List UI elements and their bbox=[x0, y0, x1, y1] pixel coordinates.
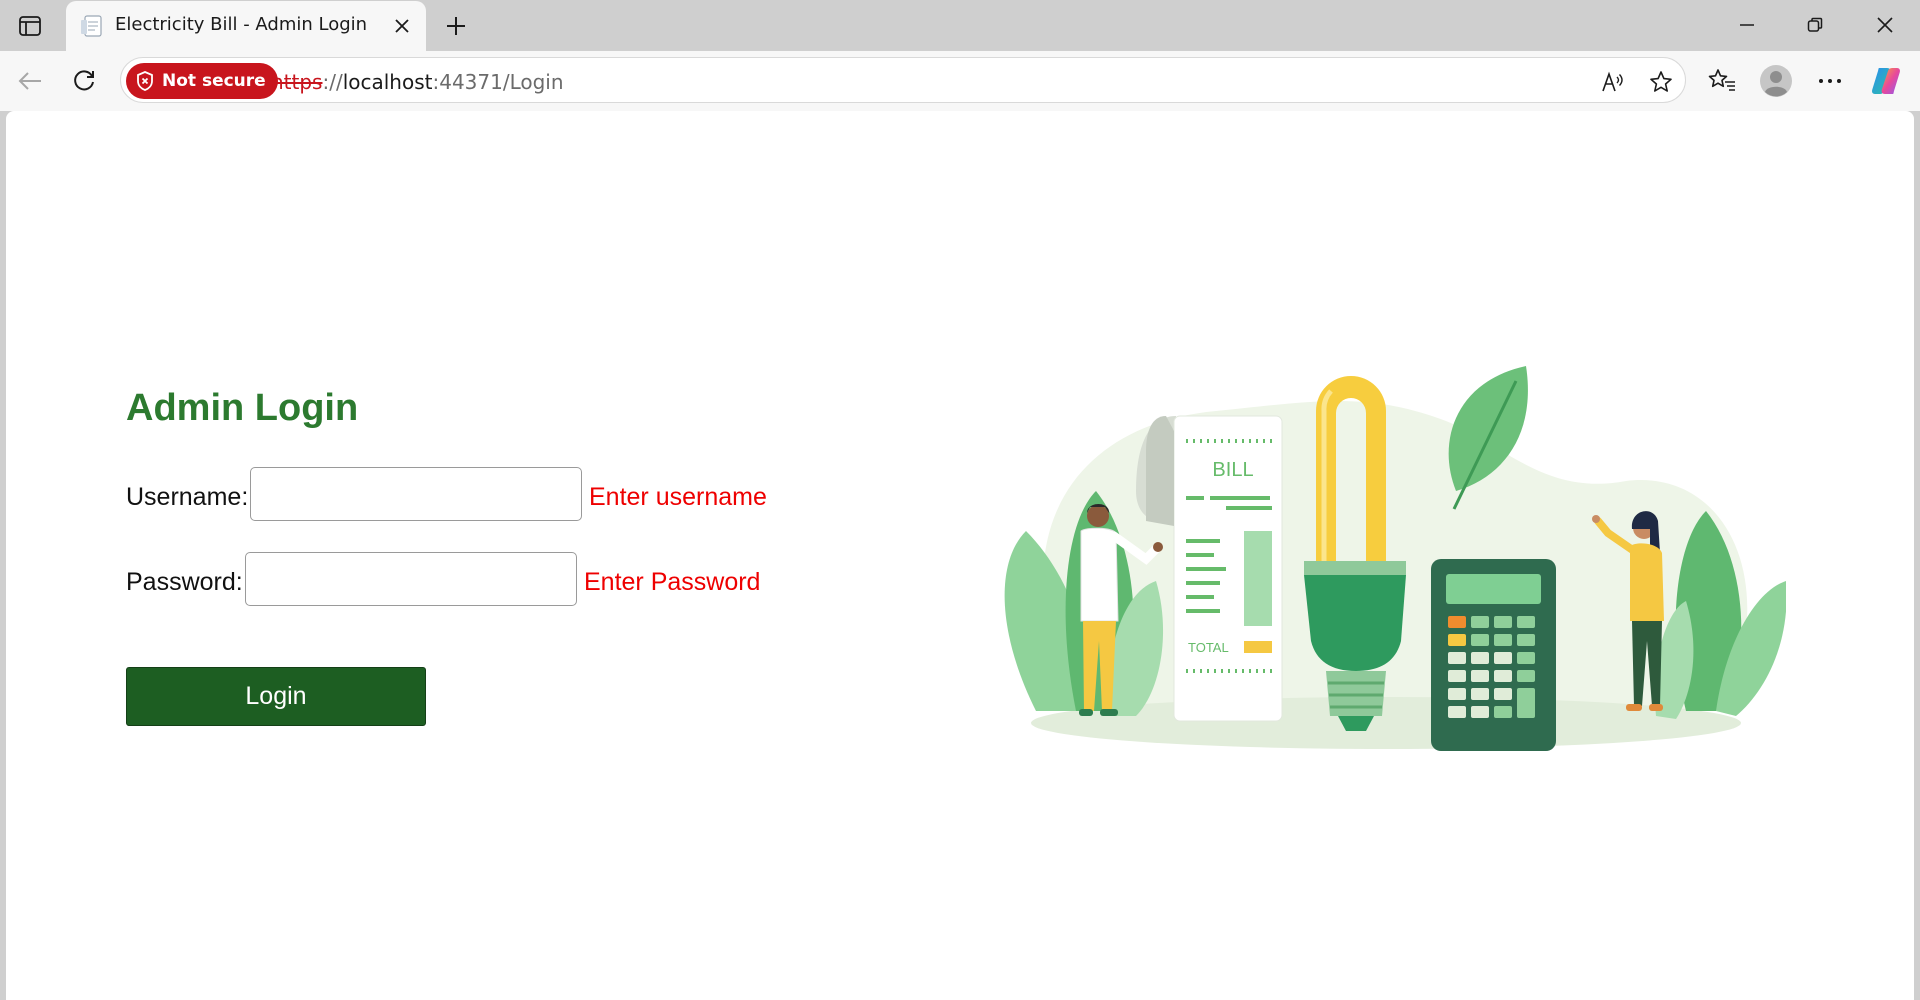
bill-heading-text: BILL bbox=[1212, 459, 1253, 481]
back-arrow-icon[interactable] bbox=[12, 63, 48, 99]
close-icon[interactable] bbox=[390, 14, 414, 38]
electricity-bill-illustration: BILL TOTAL bbox=[1004, 366, 1786, 751]
url-scheme: https bbox=[271, 70, 323, 94]
shield-icon bbox=[136, 71, 154, 91]
profile-icon[interactable] bbox=[1758, 63, 1794, 99]
password-error: Enter Password bbox=[584, 568, 761, 596]
page-viewport: Admin Login Username: Enter username Pas… bbox=[6, 111, 1914, 1000]
minimize-icon[interactable] bbox=[1724, 8, 1770, 42]
username-input[interactable] bbox=[250, 467, 582, 521]
login-button[interactable]: Login bbox=[126, 667, 426, 726]
calculator-graphic bbox=[1431, 559, 1556, 751]
active-tab[interactable]: Electricity Bill - Admin Login bbox=[66, 1, 426, 51]
page-title: Admin Login bbox=[126, 387, 359, 429]
bill-total-text: TOTAL bbox=[1188, 640, 1229, 655]
star-icon[interactable] bbox=[1647, 68, 1675, 96]
url-host: localhost bbox=[342, 70, 433, 94]
plus-icon[interactable] bbox=[440, 10, 472, 42]
url-text[interactable]: https://localhost:44371/Login bbox=[271, 70, 564, 94]
tab-actions-icon[interactable] bbox=[12, 10, 48, 42]
address-bar[interactable]: Not secure https://localhost:44371/Login bbox=[120, 57, 1686, 103]
browser-toolbar: Not secure https://localhost:44371/Login bbox=[0, 51, 1920, 111]
read-aloud-icon[interactable] bbox=[1599, 68, 1627, 96]
more-icon[interactable] bbox=[1812, 63, 1848, 99]
window-close-icon[interactable] bbox=[1862, 8, 1908, 42]
document-favicon-icon bbox=[79, 14, 105, 38]
not-secure-label: Not secure bbox=[162, 71, 266, 91]
url-separator: :// bbox=[322, 70, 343, 94]
url-path: :44371/Login bbox=[432, 70, 564, 94]
not-secure-badge[interactable]: Not secure bbox=[126, 63, 278, 99]
tab-title: Electricity Bill - Admin Login bbox=[115, 14, 368, 35]
tab-bar: Electricity Bill - Admin Login bbox=[0, 0, 1920, 51]
password-label: Password: bbox=[126, 568, 243, 596]
restore-icon[interactable] bbox=[1792, 8, 1838, 42]
username-error: Enter username bbox=[589, 483, 767, 511]
username-label: Username: bbox=[126, 483, 249, 511]
refresh-icon[interactable] bbox=[66, 63, 102, 99]
favorites-icon[interactable] bbox=[1704, 63, 1740, 99]
copilot-icon[interactable] bbox=[1868, 63, 1904, 99]
password-input[interactable] bbox=[245, 552, 577, 606]
